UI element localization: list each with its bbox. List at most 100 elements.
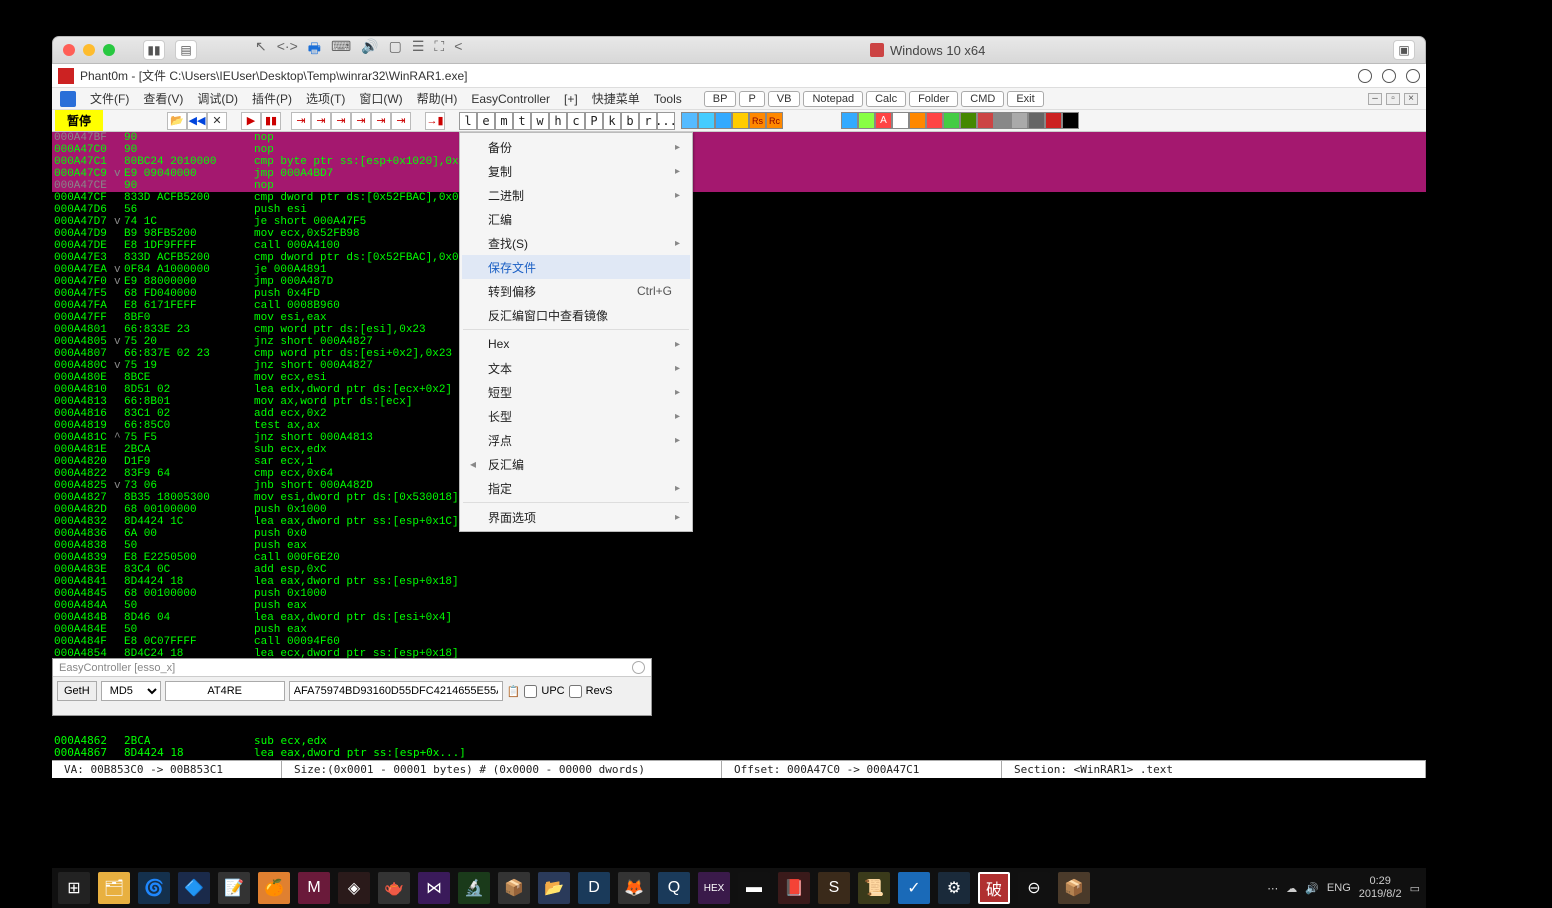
close-traffic-light[interactable] (63, 44, 75, 56)
context-menu-item[interactable]: 浮点▸ (462, 428, 690, 452)
taskbar-app-icon[interactable]: 📝 (218, 872, 250, 904)
context-menu-item[interactable]: 备份▸ (462, 135, 690, 159)
tb-plugin-icon[interactable] (909, 112, 926, 129)
printer-icon[interactable]: 🖶 (308, 38, 321, 62)
taskbar-app-icon[interactable]: 📦 (498, 872, 530, 904)
window-btn[interactable] (1406, 69, 1420, 83)
disasm-row[interactable]: 000A4807 66:837E 02 23cmp word ptr ds:[e… (52, 348, 1426, 360)
tb-plugin-icon[interactable] (977, 112, 994, 129)
menu-help[interactable]: 帮助(H) (417, 90, 458, 107)
taskbar-app-icon[interactable]: Q (658, 872, 690, 904)
geth-button[interactable]: GetH (57, 681, 97, 701)
tb-plugin-icon[interactable] (943, 112, 960, 129)
copy-icon[interactable]: 📋 (507, 685, 521, 698)
tb-step-icon[interactable]: ⇥ (291, 112, 311, 130)
tb-restart-icon[interactable]: ◀◀ (187, 112, 207, 130)
tb-rc-icon[interactable]: Rc (766, 112, 783, 129)
toolbar-letter-e[interactable]: e (477, 112, 495, 130)
menu-view[interactable]: 查看(V) (143, 90, 183, 107)
context-menu-item[interactable]: 汇编 (462, 207, 690, 231)
tab-calc[interactable]: Calc (866, 91, 906, 107)
toolbar-letter-k[interactable]: k (603, 112, 621, 130)
tb-plugin-icon[interactable] (994, 112, 1011, 129)
disasm-row[interactable]: 000A47BF 90nop (52, 132, 1426, 144)
disasm-row[interactable]: 000A4827 8B35 18005300mov esi,dword ptr … (52, 492, 1426, 504)
toolbar-letter-h[interactable]: h (549, 112, 567, 130)
toolbar-letter-P[interactable]: P (585, 112, 603, 130)
menu-debug[interactable]: 调试(D) (197, 90, 238, 107)
tray-lang[interactable]: ENG (1327, 882, 1351, 894)
toolbar-letter-...[interactable]: ... (657, 112, 675, 130)
menu-options[interactable]: 选项(T) (306, 90, 345, 107)
disasm-row[interactable]: 000A4832 8D4424 1Clea eax,dword ptr ss:[… (52, 516, 1426, 528)
taskbar-app-icon[interactable]: 📜 (858, 872, 890, 904)
taskbar-app-icon[interactable]: 🫖 (378, 872, 410, 904)
code-icon[interactable]: <·> (277, 38, 298, 62)
disassembly-view[interactable]: 000A47BF 90nop000A47C0 90nop000A47C1 80B… (52, 132, 1426, 662)
disasm-row[interactable]: 000A4819 66:85C0test ax,ax (52, 420, 1426, 432)
tab-bp[interactable]: BP (704, 91, 737, 107)
context-menu-item[interactable]: 复制▸ (462, 159, 690, 183)
tb-plugin-icon[interactable] (841, 112, 858, 129)
menu-tools[interactable]: Tools (654, 92, 682, 106)
taskbar-vs-icon[interactable]: ⋈ (418, 872, 450, 904)
context-menu-item[interactable]: Hex▸ (462, 332, 690, 356)
list-icon[interactable]: ☰ (412, 38, 425, 62)
context-menu-item[interactable]: 指定▸ (462, 476, 690, 500)
context-menu-item[interactable]: 查找(S)▸ (462, 231, 690, 255)
disasm-row[interactable]: 000A480Cv75 19jnz short 000A4827 (52, 360, 1426, 372)
fullscreen-icon[interactable]: ⛶ (434, 38, 444, 62)
disasm-row[interactable]: 000A47C9vE9 09040000jmp 000A4BD7 (52, 168, 1426, 180)
tray-volume-icon[interactable]: 🔊 (1305, 882, 1319, 895)
disasm-row[interactable]: 000A484A 50push eax (52, 600, 1426, 612)
tb-color-icon[interactable] (681, 112, 698, 129)
disasm-row[interactable]: 000A4841 8D4424 18lea eax,dword ptr ss:[… (52, 576, 1426, 588)
toolbar-letter-c[interactable]: c (567, 112, 585, 130)
cursor-icon[interactable]: ↖ (255, 38, 267, 62)
mdi-minimize[interactable]: – (1368, 93, 1382, 105)
tb-plugin-icon[interactable] (926, 112, 943, 129)
mdi-restore[interactable]: ▫ (1386, 93, 1400, 105)
taskbar-app-icon[interactable]: 🔷 (178, 872, 210, 904)
context-menu-item[interactable]: 文本▸ (462, 356, 690, 380)
tb-color-icon[interactable] (732, 112, 749, 129)
tb-plugin-icon[interactable] (858, 112, 875, 129)
disasm-row[interactable]: 000A482D 68 00100000push 0x1000 (52, 504, 1426, 516)
taskbar-app-icon[interactable]: 破 (978, 872, 1010, 904)
taskbar-firefox-icon[interactable]: 🦊 (618, 872, 650, 904)
tb-open-icon[interactable]: 📂 (167, 112, 187, 130)
keyboard-icon[interactable]: ⌨ (331, 38, 351, 62)
tab-cmd[interactable]: CMD (961, 91, 1004, 107)
tb-color-icon[interactable] (698, 112, 715, 129)
context-menu-item[interactable]: 反汇编窗口中查看镜像 (462, 303, 690, 327)
context-menu-item[interactable]: 保存文件 (462, 255, 690, 279)
tb-plugin-icon[interactable] (960, 112, 977, 129)
minimize-traffic-light[interactable] (83, 44, 95, 56)
tab-exit[interactable]: Exit (1007, 91, 1043, 107)
menu-window[interactable]: 窗口(W) (359, 90, 402, 107)
disasm-row[interactable]: 000A4838 50push eax (52, 540, 1426, 552)
disasm-row[interactable]: 000A484E 50push eax (52, 624, 1426, 636)
menu-easycontroller[interactable]: EasyController (471, 92, 550, 106)
disasm-row[interactable]: 000A47EAv0F84 A1000000je 000A4891 (52, 264, 1426, 276)
disasm-row[interactable]: 000A480E 8BCEmov ecx,esi (52, 372, 1426, 384)
tb-goto-icon[interactable]: →▮ (425, 112, 445, 130)
disasm-row[interactable]: 000A47CE 90nop (52, 180, 1426, 192)
taskbar-app-icon[interactable]: ◈ (338, 872, 370, 904)
disasm-row[interactable]: 000A4810 8D51 02lea edx,dword ptr ds:[ec… (52, 384, 1426, 396)
disasm-row[interactable]: 000A4825v73 06jnb short 000A482D (52, 480, 1426, 492)
taskbar-hex-icon[interactable]: HEX (698, 872, 730, 904)
context-menu-item[interactable]: 反汇编◂ (462, 452, 690, 476)
disasm-row[interactable]: 000A4822 83F9 64cmp ecx,0x64 (52, 468, 1426, 480)
tray-clock[interactable]: 0:29 2019/8/2 (1359, 875, 1402, 901)
taskbar-app-icon[interactable]: D (578, 872, 610, 904)
revs-checkbox[interactable] (569, 685, 582, 698)
disasm-row[interactable]: 000A47F0vE9 88000000jmp 000A487D (52, 276, 1426, 288)
tray-cloud-icon[interactable]: ☁ (1286, 882, 1297, 895)
taskbar-app-icon[interactable]: 📂 (538, 872, 570, 904)
disasm-row[interactable]: 000A484F E8 0C07FFFFcall 00094F60 (52, 636, 1426, 648)
disasm-row[interactable]: 000A4839 E8 E2250500call 000F6E20 (52, 552, 1426, 564)
disasm-row[interactable]: 000A481E 2BCAsub ecx,edx (52, 444, 1426, 456)
disasm-row[interactable]: 000A481C^75 F5jnz short 000A4813 (52, 432, 1426, 444)
disasm-row[interactable]: 000A47FA E8 6171FEFFcall 0008B960 (52, 300, 1426, 312)
